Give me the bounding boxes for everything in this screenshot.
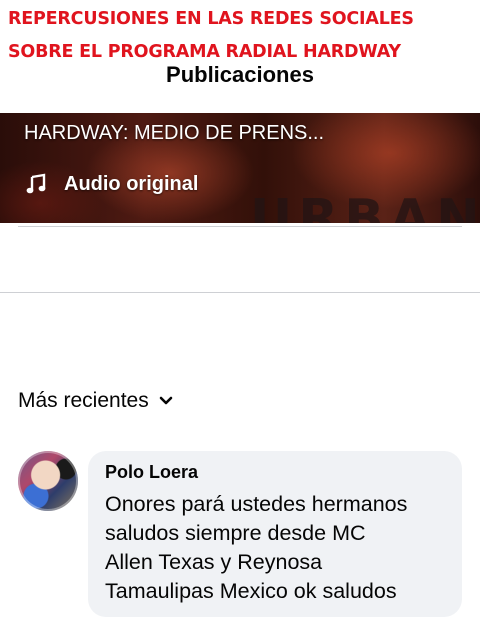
- sort-comments-button[interactable]: Más recientes: [18, 386, 173, 416]
- music-note-icon: [26, 173, 46, 194]
- video-background-text: URBAND: [250, 189, 480, 223]
- banner-title-line-1: REPERCUSIONES EN LAS REDES SOCIALES: [8, 9, 414, 29]
- chevron-down-icon: [159, 396, 173, 405]
- comment-text-line: Onores pará ustedes hermanos: [105, 492, 408, 516]
- banner-title-line-2: SOBRE EL PROGRAMA RADIAL HARDWAY: [8, 42, 401, 62]
- comment-author[interactable]: Polo Loera: [105, 462, 446, 483]
- video-title[interactable]: HARDWAY: MEDIO DE PRENS...: [24, 122, 324, 145]
- section-divider: [0, 292, 480, 293]
- comment-text-line: Allen Texas y Reynosa: [105, 550, 323, 574]
- comment-text-line: saludos siempre desde MC: [105, 521, 366, 545]
- audio-original-link[interactable]: Audio original: [26, 171, 198, 197]
- comment-text: Onores pará ustedes hermanos saludos sie…: [105, 490, 446, 606]
- audio-original-label: Audio original: [64, 172, 199, 195]
- divider: [18, 226, 462, 227]
- video-preview[interactable]: URBAND HARDWAY: MEDIO DE PRENS... Audio …: [0, 113, 480, 223]
- page-title: Publicaciones: [166, 62, 314, 87]
- comment-text-line: Tamaulipas Mexico ok saludos: [105, 579, 397, 603]
- avatar[interactable]: [18, 451, 78, 511]
- sort-label: Más recientes: [18, 389, 149, 412]
- comment-bubble: Polo Loera Onores pará ustedes hermanos …: [88, 451, 462, 617]
